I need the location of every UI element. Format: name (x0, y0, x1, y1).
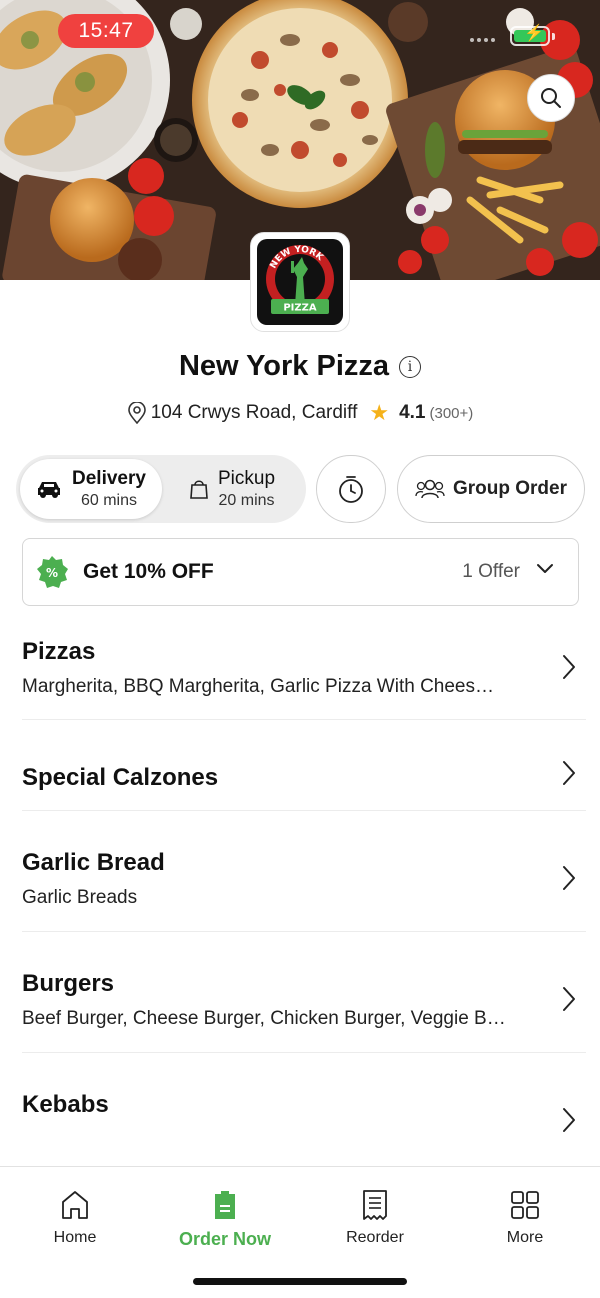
nav-reorder[interactable]: Reorder (315, 1189, 435, 1247)
restaurant-logo: NEW YORK PIZZA (250, 232, 350, 332)
chevron-right-icon (563, 655, 575, 679)
title-row: New York Pizza i (0, 350, 600, 383)
nav-more-label: More (506, 1229, 544, 1246)
restaurant-name: New York Pizza (178, 350, 390, 382)
info-icon[interactable]: i (399, 355, 422, 378)
category-row[interactable]: Burgers Beef Burger, Cheese Burger, Chic… (0, 932, 600, 1052)
category-row[interactable]: Special Calzones (0, 720, 600, 810)
category-desc: Margherita, BBQ Margherita, Garlic Pizza… (22, 676, 494, 697)
nav-reorder-label: Reorder (346, 1229, 404, 1246)
group-order-button[interactable]: Group Order (397, 455, 585, 523)
category-row[interactable]: Pizzas Margherita, BBQ Margherita, Garli… (0, 620, 600, 720)
grid-icon (511, 1191, 539, 1219)
receipt-icon (363, 1190, 387, 1220)
category-name: Garlic Bread (22, 849, 165, 876)
bag-icon (190, 480, 208, 499)
logo-image: NEW YORK PIZZA (266, 245, 334, 314)
chevron-down-icon (537, 564, 553, 573)
group-icon (415, 479, 445, 499)
search-icon (541, 88, 561, 108)
search-button[interactable] (527, 74, 575, 122)
battery-tip (552, 33, 555, 40)
order-icon (215, 1191, 235, 1219)
star-icon: ★ (369, 400, 390, 425)
nav-more[interactable]: More (465, 1189, 585, 1247)
order-mode-toggle: Delivery 60 mins Pickup 20 mins (16, 455, 306, 523)
category-desc: Beef Burger, Cheese Burger, Chicken Burg… (22, 1008, 506, 1029)
status-time: 15:47 (58, 14, 154, 48)
pickup-label: Pickup (218, 468, 276, 489)
pickup-option[interactable]: Pickup 20 mins (176, 459, 302, 519)
signal-icon (470, 38, 495, 42)
discount-symbol: % (46, 566, 58, 580)
category-name: Pizzas (22, 638, 96, 665)
address-text: 104 Crwys Road, Cardiff (150, 402, 358, 423)
car-icon (38, 482, 60, 498)
nav-order-now[interactable]: Order Now (165, 1189, 285, 1250)
chevron-right-icon (563, 761, 575, 785)
category-row[interactable]: Garlic Bread Garlic Breads (0, 811, 600, 931)
pickup-time: 20 mins (218, 492, 275, 509)
battery-icon: ⚡ (510, 26, 550, 46)
category-name: Special Calzones (22, 764, 219, 791)
address-row: 104 Crwys Road, Cardiff ★ 4.1 (300+) (0, 400, 600, 426)
home-icon (62, 1191, 88, 1219)
nav-home[interactable]: Home (15, 1189, 135, 1247)
location-pin-icon (127, 402, 146, 424)
category-name: Kebabs (22, 1091, 109, 1118)
offer-banner[interactable]: % Get 10% OFF 1 Offer (22, 538, 579, 606)
category-row[interactable]: Kebabs (0, 1053, 600, 1165)
offer-label: Get 10% OFF (83, 560, 214, 583)
category-name: Burgers (22, 970, 115, 997)
nav-home-label: Home (53, 1229, 97, 1246)
nav-order-label: Order Now (178, 1229, 271, 1249)
offer-count: 1 Offer (462, 561, 520, 582)
group-order-label: Group Order (452, 478, 567, 499)
logo-text-bottom: PIZZA (283, 303, 317, 314)
category-desc: Garlic Breads (22, 887, 138, 908)
schedule-button[interactable] (316, 455, 386, 523)
delivery-option[interactable]: Delivery 60 mins (20, 459, 162, 519)
rating-value: 4.1 (399, 402, 426, 423)
home-indicator (193, 1278, 407, 1285)
chevron-right-icon (563, 987, 575, 1011)
chevron-right-icon (563, 866, 575, 890)
discount-badge-icon: % (37, 556, 68, 588)
delivery-time: 60 mins (80, 492, 137, 509)
rating-count: (300+) (429, 404, 474, 422)
delivery-label: Delivery (72, 468, 146, 489)
timer-icon (339, 476, 363, 503)
chevron-right-icon (563, 1108, 575, 1132)
